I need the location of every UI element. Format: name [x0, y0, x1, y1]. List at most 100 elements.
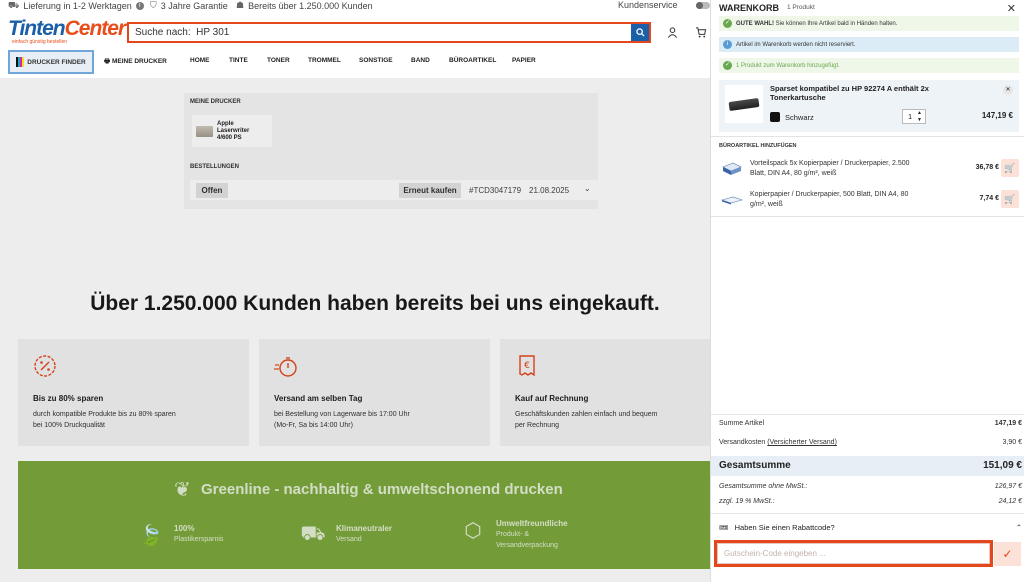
coupon-input[interactable] — [717, 543, 990, 564]
ticket-icon: 🎟 — [719, 523, 729, 532]
product-name[interactable]: Sparset kompatibel zu HP 92274 A enthält… — [770, 84, 950, 102]
cart-title: WARENKORB — [719, 3, 779, 13]
addons-title: BÜROARTIKEL HINZUFÜGEN — [719, 143, 797, 149]
net-total-label: Gesamtsumme ohne MwSt.: — [719, 483, 808, 490]
guarantee-text: 3 Jahre Garantie — [160, 0, 228, 11]
total-label: Gesamtsumme — [719, 460, 791, 471]
search-icon — [635, 28, 645, 37]
toggle-icon[interactable] — [695, 1, 710, 9]
notice-text: 1 Produkt zum Warenkorb hinzugefügt. — [736, 62, 840, 69]
ink-colors-icon — [16, 57, 25, 67]
vat-row: zzgl. 19 % MwSt.: 24,12 € — [719, 498, 1022, 505]
cart-item-count: 1 Produkt — [787, 4, 815, 11]
nav-band[interactable]: BAND — [411, 57, 430, 64]
user-account-icon[interactable] — [664, 24, 680, 40]
check-icon: ✓ — [723, 19, 732, 28]
vat-label: zzgl. 19 % MwSt.: — [719, 498, 775, 505]
remove-item-icon[interactable]: ✕ — [1003, 85, 1013, 95]
paper-pack-image[interactable] — [721, 161, 743, 177]
addon-price: 7,74 € — [979, 195, 999, 202]
summary-items-value: 147,19 € — [994, 420, 1022, 427]
nav-papier[interactable]: PAPIER — [512, 57, 536, 64]
main-navigation: DRUCKER FINDER 🖶 MEINE DRUCKER HOME TINT… — [0, 50, 712, 74]
coupon-question[interactable]: Haben Sie einen Rabattcode? — [735, 523, 835, 532]
notice-added: ✓ 1 Produkt zum Warenkorb hinzugefügt. — [719, 58, 1019, 73]
info-icon: i — [723, 40, 732, 49]
search-button[interactable] — [631, 24, 649, 41]
drucker-finder-label: DRUCKER FINDER — [27, 58, 86, 66]
notice-good-choice: ✓ GUTE WAHL! Sie können Ihre Artikel bal… — [719, 16, 1019, 31]
delivery-text: Lieferung in 1-2 Werktagen — [23, 1, 132, 11]
printer-icon: 🖶 — [104, 58, 111, 65]
drucker-finder-button[interactable]: DRUCKER FINDER — [8, 50, 94, 74]
divider — [711, 136, 1024, 137]
notice-not-reserved: i Artikel im Warenkorb werden nicht rese… — [719, 37, 1019, 52]
quantity-value: 1 — [908, 112, 913, 121]
divider — [711, 414, 1024, 415]
net-total-row: Gesamtsumme ohne MwSt.: 126,97 € — [719, 483, 1022, 490]
addon-item: Kopierpapier / Druckerpapier, 500 Blatt,… — [719, 188, 1019, 212]
total-value: 151,09 € — [983, 460, 1022, 471]
search-bar[interactable] — [127, 22, 651, 43]
delivery-info: ⛟ Lieferung in 1-2 Werktagen i — [8, 0, 144, 12]
total-row: Gesamtsumme 151,09 € — [711, 456, 1024, 476]
notice-text: Sie können Ihre Artikel bald in Händen h… — [774, 20, 898, 27]
divider — [711, 513, 1024, 514]
cart-icon[interactable] — [693, 24, 709, 40]
nav-trommel[interactable]: TROMMEL — [308, 57, 341, 64]
customer-service-link[interactable]: Kundenservice — [618, 0, 678, 10]
nav-meine-drucker[interactable]: 🖶 MEINE DRUCKER — [104, 57, 167, 68]
nav-bueroartikel[interactable]: BÜROARTIKEL — [449, 57, 496, 64]
stepper-arrows-icon[interactable]: ▲ ▼ — [917, 110, 922, 124]
check-icon: ✓ — [1002, 547, 1013, 561]
product-image[interactable] — [725, 85, 763, 123]
product-color: Schwarz — [785, 113, 814, 122]
apply-coupon-button[interactable]: ✓ — [994, 542, 1021, 566]
logo-text-part1: Tinten — [8, 17, 66, 40]
nav-sonstige[interactable]: SONSTIGE — [359, 57, 393, 64]
logo-text-part2: Center — [64, 17, 127, 40]
tintencenter-logo[interactable]: TintenCenter einfach günstig bestellen — [8, 17, 126, 45]
shield-icon: ⛉ — [150, 0, 157, 10]
color-swatch — [770, 112, 780, 122]
truck-icon: ⛟ — [8, 0, 20, 10]
page-overlay[interactable] — [0, 78, 710, 582]
shipping-value: 3,90 € — [1002, 439, 1022, 446]
close-icon[interactable]: ✕ — [1007, 2, 1016, 15]
chevron-up-icon[interactable]: ⌃ — [1016, 523, 1022, 532]
nav-toner[interactable]: TONER — [267, 57, 290, 64]
product-price: 147,19 € — [981, 111, 1013, 120]
addon-item: Vorteilspack 5x Kopierpapier / Druckerpa… — [719, 157, 1019, 181]
addon-price: 36,78 € — [975, 164, 999, 171]
paper-ream-image[interactable] — [720, 192, 744, 208]
summary-items-row: Summe Artikel 147,19 € — [719, 420, 1022, 427]
nav-home[interactable]: HOME — [190, 57, 210, 64]
add-to-cart-button[interactable]: 🛒 — [1001, 159, 1019, 177]
search-input[interactable] — [129, 24, 631, 41]
addon-name[interactable]: Vorteilspack 5x Kopierpapier / Druckerpa… — [750, 159, 920, 179]
shipping-label: Versandkosten — [719, 439, 766, 446]
addon-name[interactable]: Kopierpapier / Druckerpapier, 500 Blatt,… — [750, 190, 920, 210]
customers-info: ☗ Bereits über 1.250.000 Kunden — [236, 0, 373, 11]
quantity-stepper[interactable]: 1 ▲ ▼ — [902, 109, 926, 124]
people-icon: ☗ — [236, 0, 245, 10]
cart-item: Sparset kompatibel zu HP 92274 A enthält… — [719, 80, 1019, 132]
shipping-row: Versandkosten (Versicherter Versand) 3,9… — [719, 439, 1022, 446]
coupon-toggle[interactable]: 🎟 Haben Sie einen Rabattcode? ⌃ — [719, 523, 1022, 537]
net-total-value: 126,97 € — [994, 483, 1022, 490]
check-icon: ✓ — [723, 61, 732, 70]
guarantee-info: ⛉ 3 Jahre Garantie — [150, 0, 228, 11]
insured-shipping-link[interactable]: (Versicherter Versand) — [767, 439, 837, 446]
customer-service[interactable]: Kundenservice In — [618, 0, 721, 10]
customers-text: Bereits über 1.250.000 Kunden — [248, 0, 373, 11]
summary-items-label: Summe Artikel — [719, 420, 765, 427]
coupon-field[interactable] — [714, 540, 993, 567]
nav-tinte[interactable]: TINTE — [229, 57, 248, 64]
info-icon[interactable]: i — [135, 2, 144, 10]
add-to-cart-button[interactable]: 🛒 — [1001, 190, 1019, 208]
divider — [711, 216, 1024, 217]
cart-drawer: WARENKORB 1 Produkt ✕ ✓ GUTE WAHL! Sie k… — [710, 0, 1024, 582]
notice-bold-text: GUTE WAHL! — [736, 20, 774, 27]
nav-meine-drucker-label: MEINE DRUCKER — [111, 58, 167, 65]
vat-value: 24,12 € — [998, 498, 1022, 505]
